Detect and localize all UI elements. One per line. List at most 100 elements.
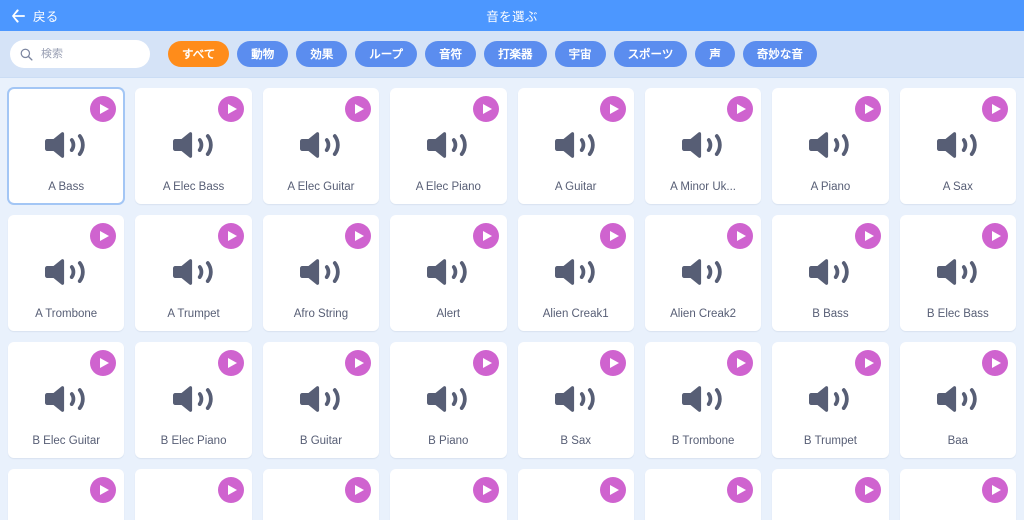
play-icon[interactable] — [217, 96, 244, 122]
sound-card[interactable]: B Piano — [390, 342, 507, 458]
speaker-icon — [554, 132, 595, 158]
sound-card-label: B Elec Piano — [160, 435, 227, 447]
play-icon[interactable] — [90, 350, 117, 376]
play-icon[interactable] — [217, 350, 244, 376]
sound-card-icon — [297, 252, 345, 308]
sound-card-label: A Guitar — [554, 181, 597, 193]
speaker-icon — [809, 132, 850, 158]
play-icon[interactable] — [472, 223, 499, 249]
sound-card[interactable]: Alert — [390, 215, 507, 331]
sound-card[interactable] — [644, 469, 762, 520]
play-icon[interactable] — [854, 223, 881, 249]
sound-card[interactable]: A Elec Guitar — [262, 88, 380, 204]
sound-card[interactable]: B Elec Guitar — [8, 342, 125, 458]
sound-card-label: A Sax — [942, 181, 973, 193]
sound-card[interactable]: A Trumpet — [135, 215, 252, 331]
category-chip[interactable]: 音符 — [425, 41, 477, 67]
sound-card[interactable]: A Guitar — [517, 88, 634, 204]
play-icon[interactable] — [982, 223, 1008, 249]
sound-card[interactable]: A Minor Uk... — [644, 88, 762, 204]
sound-card[interactable]: A Bass — [8, 88, 125, 204]
sound-card[interactable]: B Guitar — [262, 342, 380, 458]
sound-card[interactable]: Alien Creak2 — [644, 215, 762, 331]
sound-card[interactable]: B Elec Piano — [135, 342, 252, 458]
play-icon[interactable] — [345, 350, 372, 376]
sound-card[interactable]: A Piano — [772, 88, 889, 204]
play-icon[interactable] — [982, 477, 1008, 503]
category-chip[interactable]: 効果 — [296, 41, 348, 67]
sound-card[interactable]: A Sax — [899, 88, 1016, 204]
play-icon[interactable] — [982, 96, 1008, 122]
category-chip[interactable]: 動物 — [237, 41, 289, 67]
play-triangle-icon — [355, 485, 365, 495]
sound-card[interactable]: Afro String — [262, 215, 380, 331]
category-chip[interactable]: すべて — [168, 41, 230, 67]
play-icon[interactable] — [727, 350, 754, 376]
sound-grid-scroll-area[interactable]: A Bass A Elec Bass A Elec Guitar A Elec Pia… — [0, 78, 1024, 520]
arrow-left-icon — [12, 8, 25, 23]
play-icon[interactable] — [599, 477, 626, 503]
play-icon[interactable] — [727, 96, 754, 122]
sound-card[interactable]: B Bass — [772, 215, 889, 331]
play-icon[interactable] — [599, 223, 626, 249]
play-icon[interactable] — [472, 350, 499, 376]
play-icon[interactable] — [727, 477, 754, 503]
speaker-icon — [809, 259, 850, 285]
sound-card-icon — [170, 379, 218, 435]
play-icon[interactable] — [90, 477, 117, 503]
sound-card[interactable] — [390, 469, 507, 520]
category-chip[interactable]: 打楽器 — [484, 41, 547, 67]
sound-card-label: B Trumpet — [803, 435, 857, 447]
sound-card[interactable]: A Elec Piano — [390, 88, 507, 204]
sound-card[interactable]: B Trumpet — [772, 342, 889, 458]
play-icon[interactable] — [217, 223, 244, 249]
category-chip[interactable]: スポーツ — [613, 41, 688, 67]
category-chip-label: 奇妙な音 — [756, 49, 803, 61]
play-icon[interactable] — [217, 477, 244, 503]
play-icon[interactable] — [599, 350, 626, 376]
sound-card[interactable]: B Trombone — [644, 342, 762, 458]
play-icon[interactable] — [90, 96, 117, 122]
category-chip[interactable]: 奇妙な音 — [742, 41, 817, 67]
play-icon[interactable] — [854, 350, 881, 376]
play-triangle-icon — [227, 358, 237, 368]
sound-card[interactable]: A Trombone — [8, 215, 125, 331]
back-button[interactable]: 戻る — [0, 0, 71, 31]
sound-card[interactable] — [899, 469, 1016, 520]
category-chip[interactable]: 宇宙 — [554, 41, 606, 67]
sound-card[interactable]: Baa — [899, 342, 1016, 458]
play-icon[interactable] — [90, 223, 117, 249]
play-triangle-icon — [864, 358, 874, 368]
sound-card-icon — [170, 252, 218, 308]
speaker-icon — [172, 386, 213, 412]
sound-card[interactable]: B Sax — [517, 342, 634, 458]
sound-card[interactable]: A Elec Bass — [135, 88, 252, 204]
play-icon[interactable] — [854, 477, 881, 503]
play-icon[interactable] — [345, 223, 372, 249]
sound-card-icon — [297, 125, 345, 181]
category-chip[interactable]: ループ — [355, 41, 418, 67]
category-chip-label: 打楽器 — [498, 49, 533, 61]
sound-card[interactable] — [772, 469, 889, 520]
play-icon[interactable] — [345, 96, 372, 122]
play-triangle-icon — [355, 104, 365, 114]
sound-card[interactable] — [517, 469, 634, 520]
sound-card[interactable]: Alien Creak1 — [517, 215, 634, 331]
sound-card[interactable] — [262, 469, 380, 520]
sound-card-icon — [42, 252, 90, 308]
play-icon[interactable] — [599, 96, 626, 122]
search-input[interactable] — [41, 48, 141, 60]
sound-card[interactable]: B Elec Bass — [899, 215, 1016, 331]
play-icon[interactable] — [345, 477, 372, 503]
search-box[interactable] — [10, 40, 150, 68]
play-icon[interactable] — [854, 96, 881, 122]
sound-card[interactable] — [8, 469, 125, 520]
speaker-icon — [172, 259, 213, 285]
play-icon[interactable] — [472, 96, 499, 122]
play-icon[interactable] — [982, 350, 1008, 376]
play-icon[interactable] — [727, 223, 754, 249]
play-icon[interactable] — [472, 477, 499, 503]
speaker-icon — [45, 259, 85, 285]
sound-card[interactable] — [135, 469, 252, 520]
category-chip[interactable]: 声 — [695, 41, 735, 67]
